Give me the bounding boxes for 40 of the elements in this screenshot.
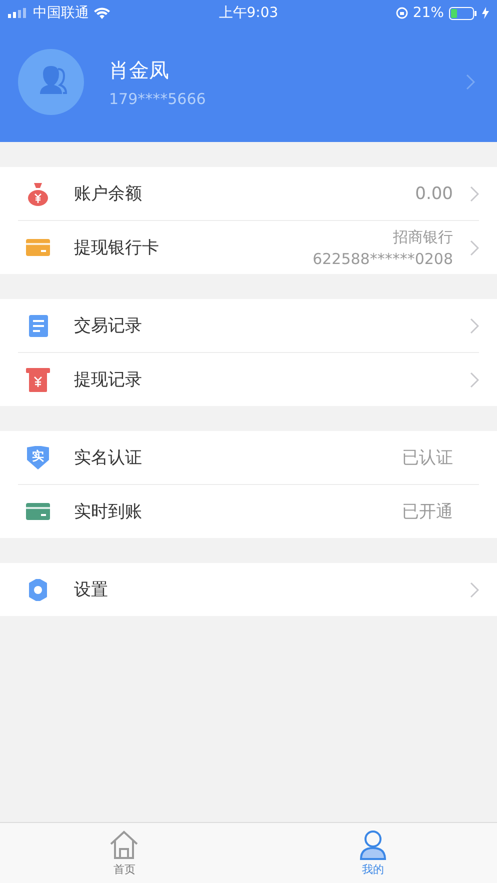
row-label: 交易记录 — [74, 315, 143, 337]
signal-icon — [8, 8, 28, 18]
menu-row[interactable]: 实 实名认证 已认证 — [18, 431, 479, 484]
document-icon — [28, 314, 48, 336]
carrier-name: 中国联通 — [33, 4, 89, 22]
charging-icon — [482, 7, 489, 19]
battery-percent: 21% — [412, 5, 444, 21]
row-label: 实时到账 — [74, 501, 143, 523]
avatar-icon — [18, 49, 84, 115]
menu-row[interactable]: 账户余额 0.00 — [18, 167, 479, 220]
row-label: 提现记录 — [74, 369, 143, 391]
menu-row[interactable]: 实时到账 已开通 — [18, 484, 479, 538]
wifi-icon — [94, 7, 110, 19]
row-label: 实名认证 — [74, 447, 143, 469]
phone-number: 179****5666 — [109, 90, 207, 108]
row-label: 设置 — [74, 579, 109, 601]
tab-item[interactable]: 首页 — [0, 823, 248, 883]
card-icon — [26, 503, 50, 520]
row-label: 提现银行卡 — [74, 237, 160, 259]
row-value: 622588******0208 — [312, 248, 453, 270]
rotation-lock-icon — [396, 7, 408, 19]
battery-icon — [448, 6, 477, 20]
profile-header[interactable]: 肖金凤 179****5666 — [0, 26, 497, 128]
row-value: 招商银行 — [393, 226, 453, 248]
row-value: 0.00 — [415, 184, 453, 204]
receipt-icon — [26, 368, 50, 392]
person-icon — [358, 830, 387, 860]
menu-row[interactable]: 提现银行卡 招商银行 622588******0208 — [18, 220, 479, 274]
settings-icon — [27, 578, 49, 600]
home-icon — [109, 830, 140, 860]
card-icon — [26, 239, 50, 256]
user-name: 肖金凤 — [109, 56, 170, 84]
menu-row[interactable]: 交易记录 — [18, 299, 479, 352]
status-time: 上午9:03 — [218, 4, 278, 22]
row-value: 已开通 — [402, 501, 453, 523]
shield-icon: 实 — [27, 446, 49, 470]
menu-row[interactable]: 提现记录 — [18, 352, 479, 406]
money-bag-icon — [27, 182, 49, 206]
row-value: 已认证 — [402, 447, 453, 469]
row-label: 账户余额 — [74, 183, 143, 205]
